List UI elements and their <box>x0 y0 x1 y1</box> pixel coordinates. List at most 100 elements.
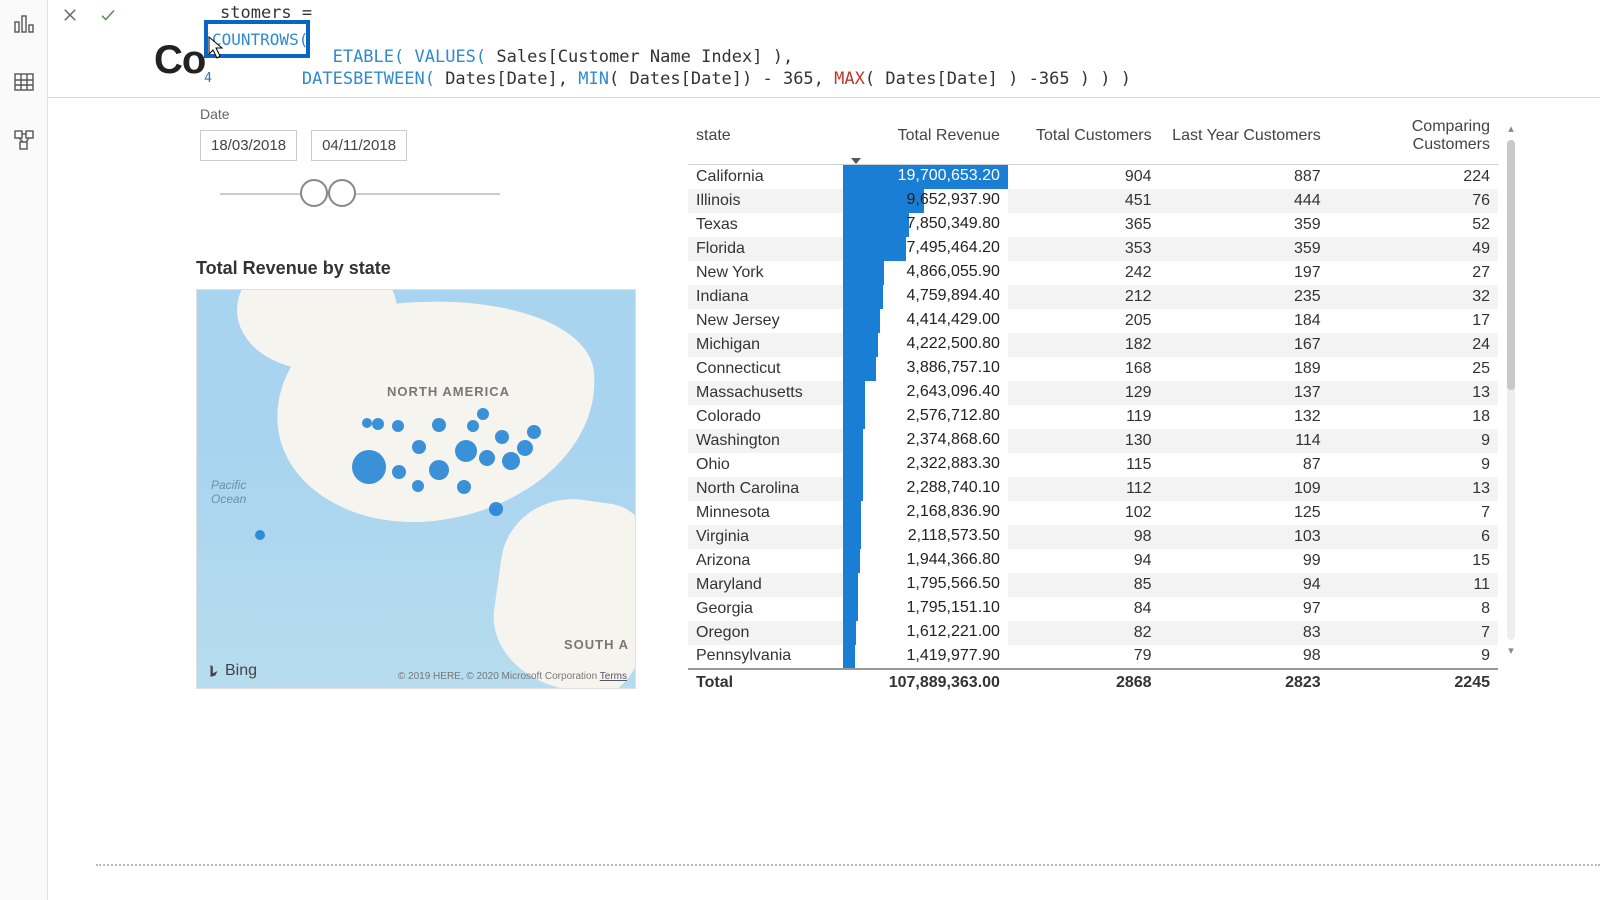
map-bubble[interactable] <box>255 530 265 540</box>
cell-revenue: 2,374,868.60 <box>843 429 1008 453</box>
cell-last-year: 235 <box>1160 285 1329 309</box>
formula-commit-button[interactable] <box>90 0 126 30</box>
cell-last-year: 444 <box>1160 189 1329 213</box>
map-bubble[interactable] <box>432 418 446 432</box>
slider-handle-end[interactable] <box>328 179 356 207</box>
scroll-down-icon[interactable]: ▾ <box>1504 644 1518 658</box>
table-row[interactable]: Texas7,850,349.8036535952 <box>688 213 1498 237</box>
map-copyright: © 2019 HERE, © 2020 Microsoft Corporatio… <box>398 671 627 682</box>
cell-state: New York <box>688 261 843 285</box>
cell-customers: 102 <box>1008 501 1160 525</box>
cell-state: Pennsylvania <box>688 645 843 669</box>
table-row[interactable]: North Carolina2,288,740.1011210913 <box>688 477 1498 501</box>
table-row[interactable]: Washington2,374,868.601301149 <box>688 429 1498 453</box>
map-bubble[interactable] <box>412 440 426 454</box>
col-comparing-customers[interactable]: Comparing Customers <box>1329 116 1498 165</box>
table-total-row: Total 107,889,363.00 2868 2823 2245 <box>688 669 1498 694</box>
cell-last-year: 359 <box>1160 237 1329 261</box>
scroll-up-icon[interactable]: ▴ <box>1504 122 1518 136</box>
cell-state: Indiana <box>688 285 843 309</box>
map-bubble[interactable] <box>429 460 449 480</box>
table-row[interactable]: Illinois9,652,937.9045144476 <box>688 189 1498 213</box>
dax-editor[interactable]: stomers = ETABLE( VALUES( Sales[Customer… <box>198 2 1590 90</box>
table-row[interactable]: Virginia2,118,573.50981036 <box>688 525 1498 549</box>
total-customers: 2868 <box>1008 669 1160 694</box>
data-table-visual[interactable]: state Total Revenue Total Customers Last… <box>688 116 1498 676</box>
map-bubble[interactable] <box>502 452 520 470</box>
scroll-thumb[interactable] <box>1507 140 1515 390</box>
cell-revenue: 7,850,349.80 <box>843 213 1008 237</box>
date-slicer[interactable]: Date 18/03/2018 04/11/2018 <box>200 106 520 209</box>
cell-comparing: 18 <box>1329 405 1498 429</box>
col-total-customers[interactable]: Total Customers <box>1008 116 1160 165</box>
cell-comparing: 17 <box>1329 309 1498 333</box>
map-bubble[interactable] <box>479 450 495 466</box>
map-terms-link[interactable]: Terms <box>600 671 627 682</box>
cell-state: Texas <box>688 213 843 237</box>
map-bubble[interactable] <box>527 425 541 439</box>
cell-comparing: 11 <box>1329 573 1498 597</box>
map-bubble[interactable] <box>467 420 479 432</box>
map-bubble[interactable] <box>455 440 477 462</box>
table-scrollbar[interactable]: ▴ ▾ <box>1504 122 1518 662</box>
table-row[interactable]: Oregon1,612,221.0082837 <box>688 621 1498 645</box>
cell-comparing: 9 <box>1329 645 1498 669</box>
table-row[interactable]: New York4,866,055.9024219727 <box>688 261 1498 285</box>
map-bubble[interactable] <box>372 418 384 430</box>
cell-comparing: 76 <box>1329 189 1498 213</box>
map-bubble[interactable] <box>412 480 424 492</box>
map-bubble[interactable] <box>392 465 406 479</box>
cell-customers: 212 <box>1008 285 1160 309</box>
cell-customers: 353 <box>1008 237 1160 261</box>
code-text: DATESBETWEEN( <box>302 69 435 89</box>
cell-last-year: 184 <box>1160 309 1329 333</box>
table-row[interactable]: Minnesota2,168,836.901021257 <box>688 501 1498 525</box>
map-bubble[interactable] <box>457 480 471 494</box>
formula-cancel-button[interactable] <box>52 0 88 30</box>
view-rail <box>0 0 48 900</box>
col-state[interactable]: state <box>688 116 843 165</box>
table-row[interactable]: Pennsylvania1,419,977.9079989 <box>688 645 1498 669</box>
cell-state: Connecticut <box>688 357 843 381</box>
table-row[interactable]: Arizona1,944,366.80949915 <box>688 549 1498 573</box>
map-visual[interactable]: Total Revenue by state NORTH AMERICA SOU… <box>196 258 636 689</box>
map-bubble[interactable] <box>362 418 372 428</box>
cell-last-year: 197 <box>1160 261 1329 285</box>
table-row[interactable]: Georgia1,795,151.1084978 <box>688 597 1498 621</box>
table-row[interactable]: Maryland1,795,566.50859411 <box>688 573 1498 597</box>
table-row[interactable]: Ohio2,322,883.30115879 <box>688 453 1498 477</box>
map-bubble[interactable] <box>517 440 533 456</box>
table-row[interactable]: Massachusetts2,643,096.4012913713 <box>688 381 1498 405</box>
model-view-button[interactable] <box>4 120 44 160</box>
map-bubble[interactable] <box>477 408 489 420</box>
table-row[interactable]: New Jersey4,414,429.0020518417 <box>688 309 1498 333</box>
cell-last-year: 137 <box>1160 381 1329 405</box>
cell-revenue: 19,700,653.20 <box>843 165 1008 189</box>
report-view-button[interactable] <box>4 4 44 44</box>
table-row[interactable]: Michigan4,222,500.8018216724 <box>688 333 1498 357</box>
data-view-button[interactable] <box>4 62 44 102</box>
cell-revenue: 1,612,221.00 <box>843 621 1008 645</box>
col-last-year-customers[interactable]: Last Year Customers <box>1160 116 1329 165</box>
table-row[interactable]: Connecticut3,886,757.1016818925 <box>688 357 1498 381</box>
map-bubble[interactable] <box>495 430 509 444</box>
slider-handle-start[interactable] <box>300 179 328 207</box>
map-bubble[interactable] <box>489 502 503 516</box>
table-row[interactable]: Colorado2,576,712.8011913218 <box>688 405 1498 429</box>
col-total-revenue[interactable]: Total Revenue <box>843 116 1008 165</box>
cell-state: Florida <box>688 237 843 261</box>
slicer-start-date[interactable]: 18/03/2018 <box>200 130 297 161</box>
table-row[interactable]: Florida7,495,464.2035335949 <box>688 237 1498 261</box>
table-row[interactable]: Indiana4,759,894.4021223532 <box>688 285 1498 309</box>
cell-state: North Carolina <box>688 477 843 501</box>
slicer-end-date[interactable]: 04/11/2018 <box>311 130 407 161</box>
map-canvas[interactable]: NORTH AMERICA SOUTH A PacificOcean <box>196 289 636 689</box>
cell-last-year: 83 <box>1160 621 1329 645</box>
map-bubble[interactable] <box>352 450 386 484</box>
slicer-range[interactable] <box>200 179 520 209</box>
report-canvas: Date 18/03/2018 04/11/2018 Total Revenue… <box>48 98 1600 900</box>
map-bubble[interactable] <box>392 420 404 432</box>
cell-revenue: 4,222,500.80 <box>843 333 1008 357</box>
table-row[interactable]: California19,700,653.20904887224 <box>688 165 1498 189</box>
code-text: MAX <box>834 69 865 89</box>
